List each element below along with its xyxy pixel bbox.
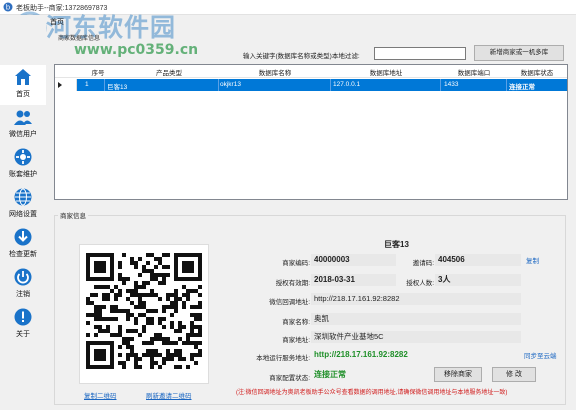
column-divider <box>506 79 507 91</box>
copy-qr-link[interactable]: 复制二维码 <box>84 390 117 400</box>
download-icon <box>14 228 32 246</box>
power-icon <box>14 268 32 286</box>
merchant-name-heading: 巨客13 <box>384 240 409 249</box>
column-header[interactable]: 数据库名称 <box>219 67 331 77</box>
sidebar-item-label: 首页 <box>16 91 30 98</box>
database-grid[interactable]: 序号 产品类型 数据库名称 数据库地址 数据库端口 数据库状态 1 巨客13 o… <box>54 64 568 200</box>
gear-icon <box>14 148 32 166</box>
grid-header: 序号 产品类型 数据库名称 数据库地址 数据库端口 数据库状态 <box>55 65 567 78</box>
sidebar-item-label: 账套维护 <box>9 171 37 178</box>
watermark-url: www.pc0359.cn <box>74 42 199 58</box>
qr-code-image <box>86 253 202 369</box>
sidebar-item-label: 网络设置 <box>9 211 37 218</box>
remove-merchant-button[interactable]: 移除商家 <box>434 367 482 382</box>
column-header[interactable]: 数据库地址 <box>331 67 441 77</box>
grid-cell: 127.0.0.1 <box>333 81 361 88</box>
sidebar-item-label: 检查更新 <box>9 251 37 258</box>
grid-cell: 连接正常 <box>509 84 535 91</box>
field-label: 商家编码: <box>282 260 310 267</box>
invite-code-value: 404506 <box>435 254 521 266</box>
db-group-label: 商家数据库信息 <box>58 36 101 42</box>
field-label: 授权有效期: <box>275 280 310 287</box>
sidebar-item-home[interactable]: 首页 <box>0 65 46 105</box>
edit-button[interactable]: 修 改 <box>492 367 536 382</box>
field-label: 商家配置状态: <box>269 375 310 382</box>
svg-text:b: b <box>6 4 11 12</box>
column-divider <box>330 79 331 91</box>
field-label: 商家名称: <box>282 319 310 326</box>
sidebar: 首页 微信用户 账套维护 网络设置 检查更新 注销 关于 <box>0 15 46 410</box>
current-row-icon <box>58 82 62 88</box>
expiry-value: 2018-03-31 <box>311 274 396 286</box>
sidebar-item-label: 注销 <box>16 291 30 298</box>
tab-home[interactable]: 首页 <box>50 17 64 27</box>
users-icon <box>14 110 32 125</box>
table-row[interactable]: 1 巨客13 okjkr13 127.0.0.1 1433 连接正常 <box>55 79 567 91</box>
column-divider <box>440 79 441 91</box>
column-header[interactable]: 数据库状态 <box>507 67 567 77</box>
field-label: 邀请码: <box>412 260 434 267</box>
info-icon <box>14 308 32 326</box>
sidebar-item-label: 关于 <box>16 331 30 338</box>
field-label: 微信回调地址: <box>269 299 310 306</box>
add-merchant-button[interactable]: 新增商家或一机多库 <box>474 45 564 61</box>
merchant-group-label: 商家信息 <box>58 210 88 220</box>
callback-url-value: http://218.17.161.92:8282 <box>311 293 521 305</box>
app-window: b 老板助手--商家:13728697873 河东软件园 www.pc0359.… <box>0 0 576 410</box>
refresh-qr-link[interactable]: 刷新邀请二维码 <box>146 390 192 400</box>
grid-cell: 1433 <box>444 81 459 88</box>
sync-to-cloud-link[interactable]: 同步至云端 <box>524 350 557 360</box>
note-text: (注:微信回调地址为奥凯老板助手公众号查看数据的调用地址,请确保微信调用地址与本… <box>236 390 508 396</box>
column-divider <box>104 79 105 91</box>
field-label: 商家地址: <box>282 337 310 344</box>
sidebar-item-account-maintenance[interactable]: 账套维护 <box>0 145 46 185</box>
user-count-value: 3人 <box>435 274 521 286</box>
column-header[interactable]: 产品类型 <box>119 67 219 77</box>
grid-cell: okjkr13 <box>220 81 241 88</box>
globe-icon <box>14 188 32 206</box>
sidebar-item-network[interactable]: 网络设置 <box>0 185 46 225</box>
local-service-url-value: http://218.17.161.92:8282 <box>314 350 408 359</box>
filter-input[interactable] <box>374 47 466 60</box>
home-icon <box>15 69 31 85</box>
field-label: 授权人数: <box>406 280 434 287</box>
sidebar-item-logout[interactable]: 注销 <box>0 265 46 305</box>
sidebar-item-wechat-users[interactable]: 微信用户 <box>0 105 46 145</box>
field-label: 本地运行服务地址: <box>256 355 310 362</box>
sidebar-item-check-update[interactable]: 检查更新 <box>0 225 46 265</box>
merchant-address-value: 深圳软件产业基地5C <box>311 331 521 343</box>
sidebar-item-label: 微信用户 <box>9 131 37 138</box>
filter-label: 输入关键字(数据库名称或类型)本地过滤: <box>243 53 360 60</box>
row-selector[interactable] <box>55 79 77 91</box>
sidebar-item-about[interactable]: 关于 <box>0 305 46 345</box>
column-header[interactable]: 数据库端口 <box>441 67 507 77</box>
merchant-code-value: 40000003 <box>311 254 396 266</box>
grid-cell: 巨客13 <box>107 84 128 91</box>
column-header[interactable]: 序号 <box>77 67 119 77</box>
copy-invite-link[interactable]: 复制 <box>526 255 539 265</box>
qr-code-panel <box>79 244 209 384</box>
config-status-value: 连接正常 <box>314 370 346 379</box>
grid-cell: 1 <box>85 81 89 88</box>
merchant-name-value: 奥凯 <box>311 313 521 325</box>
column-divider <box>218 79 219 91</box>
